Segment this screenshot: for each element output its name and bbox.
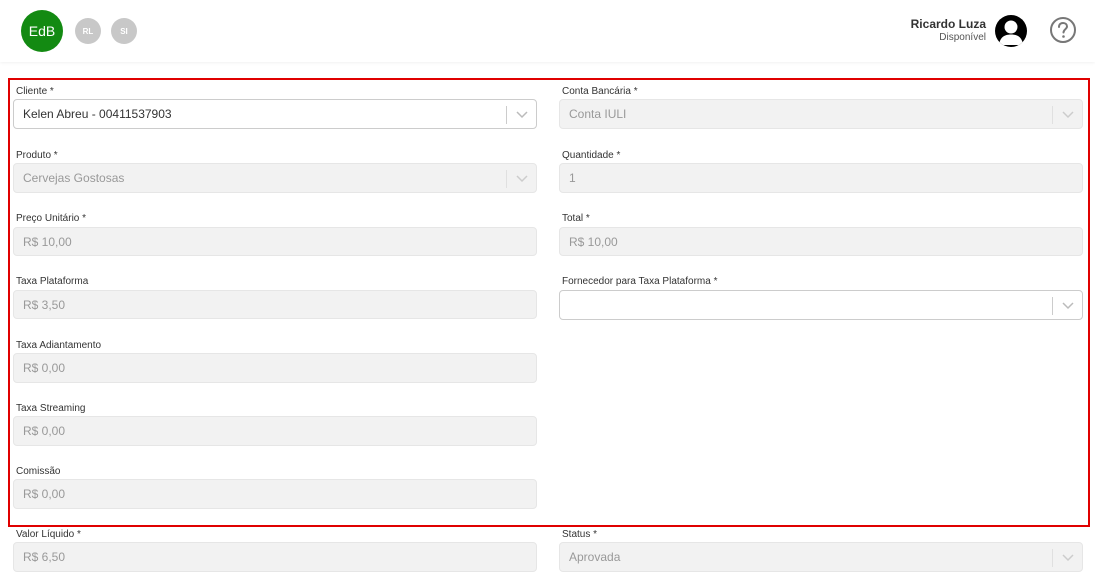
taxa-plataforma-input[interactable]: R$ 3,50 [13,290,537,319]
fornecedor-taxa-label: Fornecedor para Taxa Plataforma * [562,276,718,287]
org-avatar[interactable]: EdB [21,10,63,52]
taxa-plataforma-value: R$ 3,50 [23,297,66,312]
chevron-down-icon[interactable] [1052,297,1082,315]
preco-unitario-label: Preço Unitário * [16,213,87,224]
taxa-adiantamento-value: R$ 0,00 [23,361,66,375]
produto-label: Produto * [16,150,58,161]
valor-liquido-label: Valor Líquido * [16,529,81,540]
produto-select[interactable]: Cervejas Gostosas [13,163,537,193]
user-name: Ricardo Luza [910,17,986,31]
comissao-input[interactable]: R$ 0,00 [13,479,537,509]
taxa-streaming-input[interactable]: R$ 0,00 [13,416,537,446]
top-bar: EdB RL SI Ricardo Luza Disponível [0,0,1095,62]
taxa-adiantamento-label: Taxa Adiantamento [16,340,102,351]
valor-liquido-value: R$ 6,50 [23,550,66,564]
preco-unitario-value: R$ 10,00 [23,234,72,249]
taxa-plataforma-label: Taxa Plataforma [16,276,89,287]
total-label: Total * [562,213,590,224]
conta-bancaria-value: Conta IULI [569,107,627,121]
conta-bancaria-select[interactable]: Conta IULI [559,99,1083,129]
taxa-adiantamento-input[interactable]: R$ 0,00 [13,353,537,383]
valor-liquido-input[interactable]: R$ 6,50 [13,542,537,572]
cliente-value: Kelen Abreu - 00411537903 [23,107,172,121]
help-icon[interactable] [1049,16,1077,44]
status-label: Status * [562,529,598,540]
conta-bancaria-label: Conta Bancária * [562,86,638,97]
taxa-streaming-label: Taxa Streaming [16,403,86,414]
fornecedor-taxa-select[interactable] [559,290,1083,320]
user-info[interactable]: Ricardo Luza Disponível [911,17,986,44]
cliente-label: Cliente * [16,86,54,97]
quantidade-label: Quantidade * [562,150,621,161]
org-badge-rl[interactable]: RL [75,18,101,44]
quantidade-value: 1 [569,171,576,185]
taxa-streaming-value: R$ 0,00 [23,424,66,438]
org-badge-si[interactable]: SI [111,18,137,44]
chevron-down-icon[interactable] [506,106,536,124]
total-value: R$ 10,00 [569,234,618,249]
status-select[interactable]: Aprovada [559,542,1083,572]
chevron-down-icon[interactable] [506,170,536,188]
comissao-label: Comissão [16,466,61,477]
produto-value: Cervejas Gostosas [23,171,125,185]
total-input[interactable]: R$ 10,00 [559,227,1083,256]
user-avatar-icon[interactable] [995,15,1027,47]
chevron-down-icon[interactable] [1052,549,1082,567]
preco-unitario-input[interactable]: R$ 10,00 [13,227,537,256]
status-value: Aprovada [569,550,621,564]
quantidade-input[interactable]: 1 [559,163,1083,193]
comissao-value: R$ 0,00 [23,487,66,501]
cliente-select[interactable]: Kelen Abreu - 00411537903 [13,99,537,129]
user-status: Disponível [939,32,986,43]
chevron-down-icon[interactable] [1052,106,1082,124]
